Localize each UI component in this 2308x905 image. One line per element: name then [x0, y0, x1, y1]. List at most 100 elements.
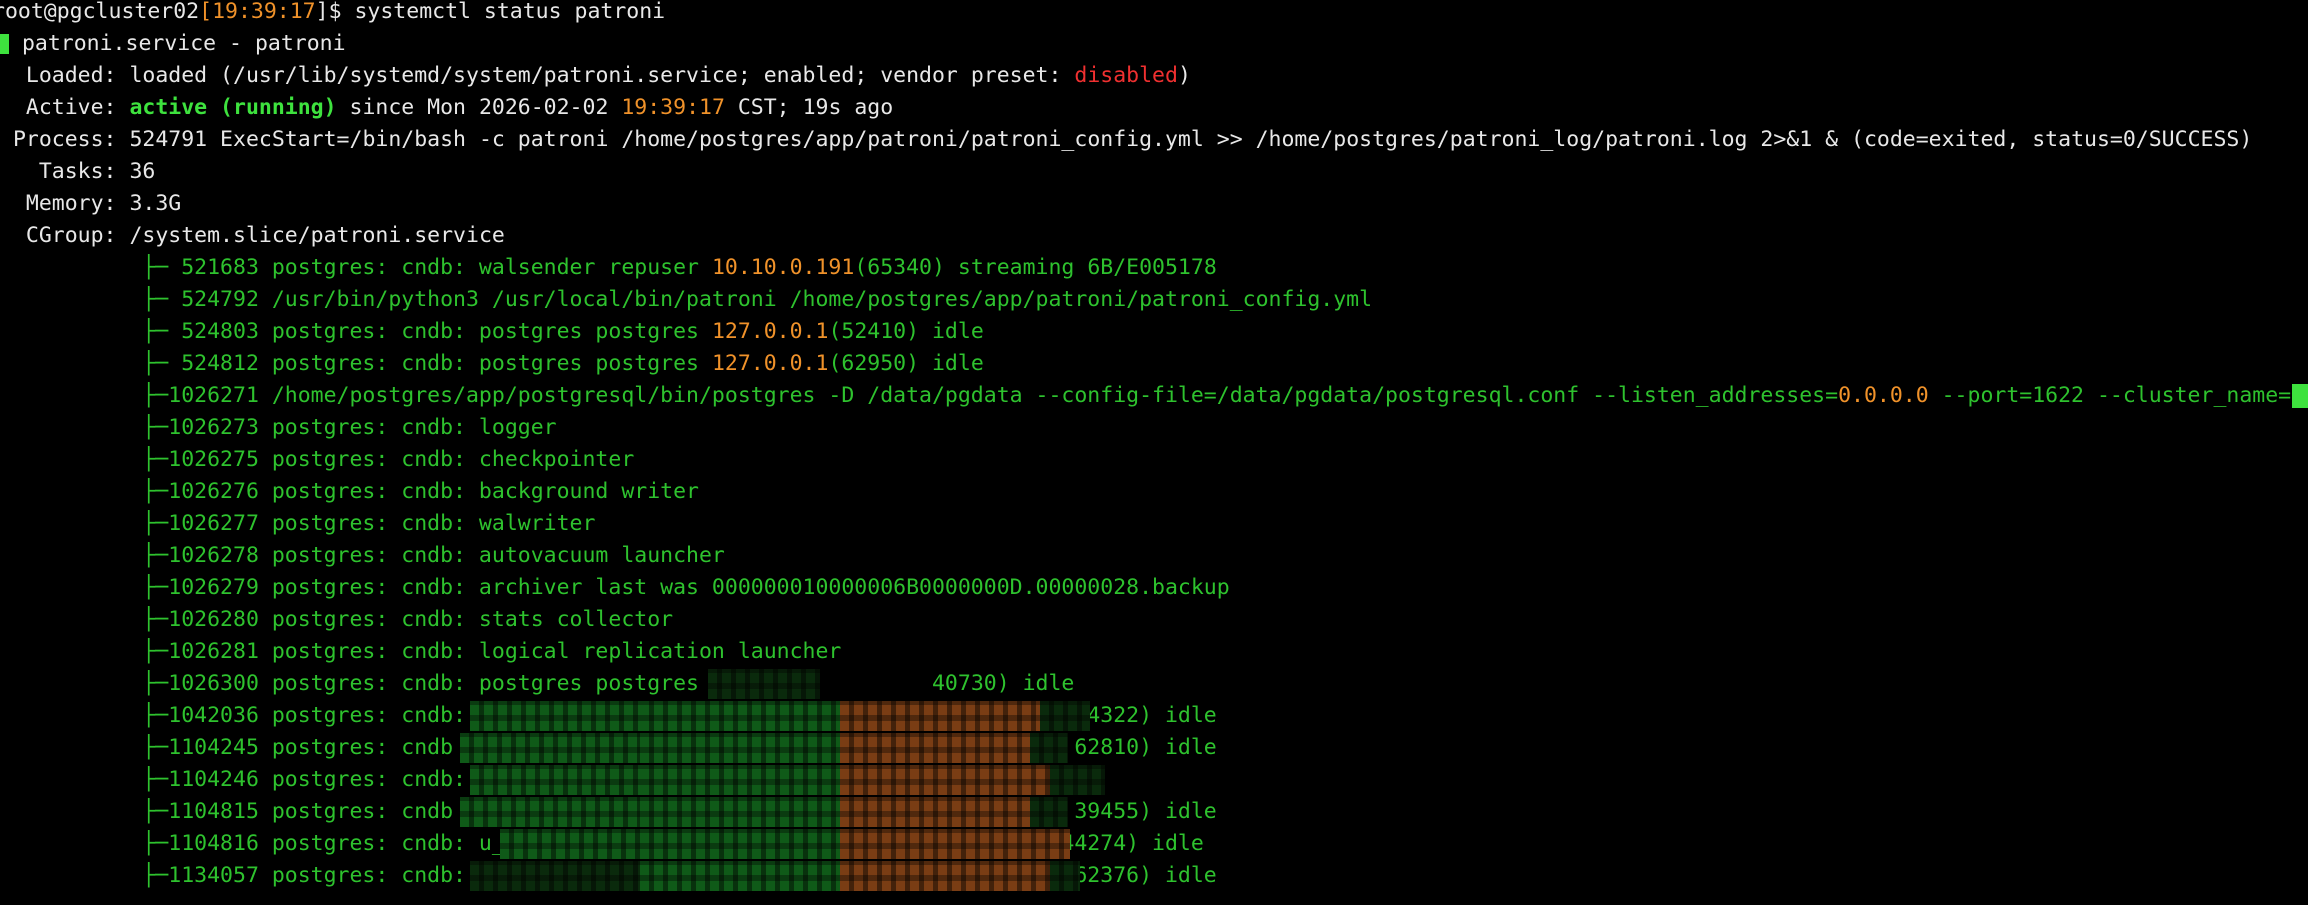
prompt-user-host: root@pgcluster02 — [0, 0, 200, 24]
redacted-region — [470, 765, 640, 795]
process-row-prefix: ├─1104816 postgres: cndb: u_ — [0, 831, 505, 856]
redacted-region — [640, 701, 840, 731]
loaded-preset: disabled — [1074, 63, 1178, 88]
process-row-prefix: ├─ 524792 /usr/bin/python3 /usr/local/bi… — [0, 287, 1373, 312]
status-dot-icon — [0, 34, 9, 54]
redacted-region — [840, 829, 1070, 859]
process-row: ├─1026271 /home/postgres/app/postgresql/… — [0, 380, 2308, 412]
process-row-suffix: --port=1622 --cluster_name= — [1928, 383, 2292, 408]
tasks-line: Tasks: 36 — [0, 156, 2308, 188]
prompt-time: 19:39:17 — [212, 0, 316, 24]
terminal-window[interactable]: root@pgcluster02[19:39:17]$ systemctl st… — [0, 0, 2308, 905]
redacted-region — [840, 797, 1030, 827]
prompt-open-bracket: [ — [199, 0, 213, 24]
active-line: Active: active (running) since Mon 2026-… — [0, 92, 2308, 124]
redacted-region — [500, 829, 640, 859]
process-row: ├─1026280 postgres: cndb: stats collecto… — [0, 604, 2308, 636]
process-row: ├─1026275 postgres: cndb: checkpointer — [0, 444, 2308, 476]
loaded-label: Loaded: — [0, 63, 130, 88]
process-row-prefix: ├─ 524803 postgres: cndb: postgres postg… — [0, 319, 712, 344]
memory-label: Memory: — [0, 191, 130, 216]
prompt-command: systemctl status patroni — [354, 0, 666, 24]
memory-line: Memory: 3.3G — [0, 188, 2308, 220]
tasks-label: Tasks: — [0, 159, 130, 184]
process-row-prefix: ├─ 521683 postgres: cndb: walsender repu… — [0, 255, 712, 280]
redacted-region — [840, 701, 1040, 731]
redacted-region — [1050, 861, 1080, 891]
process-row: ├─1104246 postgres: cndb: — [0, 764, 2308, 796]
process-row: ├─1134057 postgres: cndb: 62376) idle — [0, 860, 2308, 892]
cgroup-value: /system.slice/patroni.service — [129, 223, 505, 248]
memory-value: 3.3G — [129, 191, 182, 216]
process-row: ├─1104815 postgres: cndb 39455) idle — [0, 796, 2308, 828]
redacted-region — [840, 733, 1030, 763]
process-row-prefix: ├─1026278 postgres: cndb: autovacuum lau… — [0, 543, 725, 568]
process-row-suffix: (62950) idle — [828, 351, 984, 376]
process-row-prefix: ├─1104246 postgres: cndb: — [0, 767, 479, 792]
redacted-region — [708, 669, 820, 699]
process-row-ip: 10.10.0.191 — [711, 255, 855, 280]
process-line: Process: 524791 ExecStart=/bin/bash -c p… — [0, 124, 2308, 156]
redacted-region — [470, 861, 640, 891]
process-row: ├─1026279 postgres: cndb: archiver last … — [0, 572, 2308, 604]
process-row-prefix: ├─1104815 postgres: cndb — [0, 799, 454, 824]
process-row-prefix: ├─1026276 postgres: cndb: background wri… — [0, 479, 699, 504]
redacted-region — [640, 861, 840, 891]
process-row: ├─1042036 postgres: cndb: 14322) idle — [0, 700, 2308, 732]
prompt-line: root@pgcluster02[19:39:17]$ systemctl st… — [0, 0, 2308, 28]
process-row-prefix: ├─1026273 postgres: cndb: logger — [0, 415, 557, 440]
process-label: Process: — [0, 127, 130, 152]
cgroup-label: CGroup: — [0, 223, 130, 248]
process-row-prefix: ├─1042036 postgres: cndb: — [0, 703, 479, 728]
process-row: ├─1026277 postgres: cndb: walwriter — [0, 508, 2308, 540]
loaded-line: Loaded: loaded (/usr/lib/systemd/system/… — [0, 60, 2308, 92]
service-header-line: patroni.service - patroni — [0, 28, 2308, 60]
active-time: 19:39:17 — [621, 95, 725, 120]
process-row-prefix: ├─ 524812 postgres: cndb: postgres postg… — [0, 351, 712, 376]
loaded-close: ) — [1177, 63, 1191, 88]
process-row-prefix: ├─1134057 postgres: cndb: — [0, 863, 479, 888]
process-row-prefix: ├─1026277 postgres: cndb: walwriter — [0, 511, 596, 536]
process-row-prefix: ├─1026279 postgres: cndb: archiver last … — [0, 575, 1230, 600]
redacted-region — [640, 733, 840, 763]
process-text: 524791 ExecStart=/bin/bash -c patroni /h… — [129, 127, 2253, 152]
process-row-prefix: ├─1104245 postgres: cndb — [0, 735, 454, 760]
process-row-suffix: (65340) streaming 6B/E005178 — [854, 255, 1217, 280]
process-row: ├─1026281 postgres: cndb: logical replic… — [0, 636, 2308, 668]
cgroup-line: CGroup: /system.slice/patroni.service — [0, 220, 2308, 252]
redacted-region — [640, 829, 840, 859]
redacted-region — [640, 765, 840, 795]
process-row-ip: 127.0.0.1 — [711, 351, 829, 376]
process-row: ├─1026273 postgres: cndb: logger — [0, 412, 2308, 444]
process-row-prefix: ├─1026280 postgres: cndb: stats collecto… — [0, 607, 674, 632]
process-row-prefix: ├─1026300 postgres: cndb: postgres postg… — [0, 671, 712, 696]
process-row-ip: 127.0.0.1 — [711, 319, 829, 344]
process-row: ├─ 524792 /usr/bin/python3 /usr/local/bi… — [0, 284, 2308, 316]
process-row: ├─1104245 postgres: cndb 62810) idle — [0, 732, 2308, 764]
active-since: since Mon 2026-02-02 — [336, 95, 622, 120]
loaded-text: loaded (/usr/lib/systemd/system/patroni.… — [129, 63, 1075, 88]
process-row: ├─ 521683 postgres: cndb: walsender repu… — [0, 252, 2308, 284]
tasks-value: 36 — [129, 159, 156, 184]
line-overflow-marker-icon — [2292, 384, 2308, 408]
prompt-close-bracket: ]$ — [315, 0, 355, 24]
active-state: active (running) — [129, 95, 337, 120]
redacted-region — [470, 701, 640, 731]
process-row: ├─ 524803 postgres: cndb: postgres postg… — [0, 316, 2308, 348]
redacted-region — [840, 861, 1050, 891]
active-tail: CST; 19s ago — [724, 95, 894, 120]
process-row: ├─1104816 postgres: cndb: u_ 44274) idle — [0, 828, 2308, 860]
redacted-region — [1030, 733, 1068, 763]
process-row-ip: 0.0.0.0 — [1838, 383, 1929, 408]
process-row: ├─1026278 postgres: cndb: autovacuum lau… — [0, 540, 2308, 572]
redacted-region — [1030, 797, 1068, 827]
redacted-region — [1040, 701, 1090, 731]
active-label: Active: — [0, 95, 130, 120]
process-row-prefix: ├─1026281 postgres: cndb: logical replic… — [0, 639, 842, 664]
redacted-region — [460, 797, 640, 827]
redacted-region — [1050, 765, 1105, 795]
process-row: ├─1026300 postgres: cndb: postgres postg… — [0, 668, 2308, 700]
process-row-prefix: ├─1026271 /home/postgres/app/postgresql/… — [0, 383, 1839, 408]
process-row: ├─ 524812 postgres: cndb: postgres postg… — [0, 348, 2308, 380]
service-header: patroni.service - patroni — [21, 31, 346, 56]
